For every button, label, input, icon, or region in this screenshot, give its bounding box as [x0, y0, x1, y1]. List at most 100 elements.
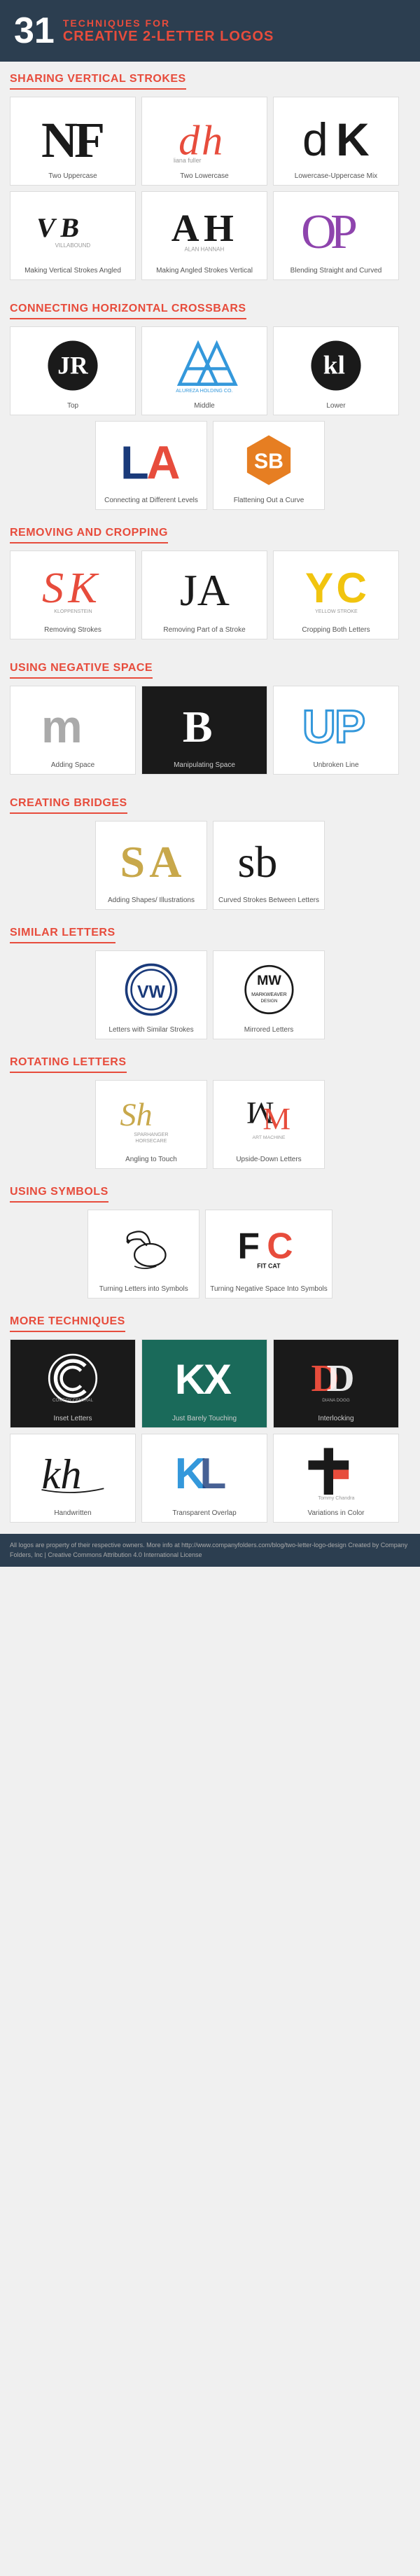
logo-svg-jr: JR — [45, 338, 101, 394]
svg-text:COMEDY CENTRAL: COMEDY CENTRAL — [52, 1398, 93, 1403]
logo-visual-jr: JR — [15, 334, 131, 397]
logo-cell-kl: kl Lower — [273, 326, 399, 415]
svg-text:FIT CAT: FIT CAT — [257, 1263, 281, 1270]
logo-svg-vw: VW — [123, 962, 179, 1018]
logo-label-nf: Two Uppercase — [48, 172, 97, 181]
header: 31 TECHNIQUES FOR CREATIVE 2-LETTER LOGO… — [0, 0, 420, 62]
logo-cell-vb: V B VILLABOUND Making Vertical Strokes A… — [10, 191, 136, 280]
section-sharing-vertical-strokes: Sharing Vertical Strokes N F Two Upperca… — [0, 62, 420, 291]
logo-label-am: Upside-Down Letters — [236, 1155, 301, 1164]
logo-svg-sb2: sb — [234, 832, 303, 888]
svg-text:A: A — [197, 565, 229, 615]
logo-label-kl: Lower — [326, 401, 345, 410]
logo-label-yc: Cropping Both Letters — [302, 625, 370, 635]
logo-visual-sa: S A — [100, 829, 202, 892]
logo-cell-op: O P Blending Straight and Curved — [273, 191, 399, 280]
logo-cell-sb2: sb Curved Strokes Between Letters — [213, 821, 325, 910]
svg-text:A: A — [149, 837, 181, 887]
logo-label-ah: Making Angled Strokes Vertical — [156, 266, 253, 275]
logo-visual-mw: MW MARKWEAVER DESIGN — [218, 958, 320, 1021]
logo-svg-op: O P — [301, 202, 371, 258]
logo-svg-m: m — [38, 697, 108, 753]
logo-label-fc: Turning Negative Space Into Symbols — [210, 1284, 328, 1294]
svg-text:KLOPPENSTEIN: KLOPPENSTEIN — [54, 609, 92, 614]
svg-text:kl: kl — [323, 352, 345, 380]
section-title-sharing: Sharing Vertical Strokes — [10, 73, 186, 90]
svg-text:d: d — [302, 113, 328, 164]
logo-visual-tc: Tommy Chandra — [278, 1441, 394, 1504]
logo-cell-vw: VW Letters with Similar Strokes — [95, 950, 207, 1039]
logo-visual-nf: N F — [15, 104, 131, 167]
logo-grid-rotating: Sh SPARHANGER HORSECARE Angling to Touch… — [10, 1080, 410, 1169]
logo-visual-la: L A — [100, 429, 202, 492]
logo-cell-ja: J A Removing Part of a Stroke — [141, 550, 267, 639]
svg-text:K: K — [174, 1355, 205, 1403]
logo-cell-jr: JR Top — [10, 326, 136, 415]
logo-label-up: Unbroken Line — [313, 761, 358, 770]
logo-cell-sa: S A Adding Shapes/ Illustrations — [95, 821, 207, 910]
logo-label-mw: Mirrored Letters — [244, 1025, 294, 1034]
logo-grid-2: V B VILLABOUND Making Vertical Strokes A… — [10, 191, 410, 280]
section-connecting: Connecting Horizontal Crossbars JR Top — [0, 291, 420, 515]
svg-text:P: P — [335, 700, 365, 752]
logo-label-vw: Letters with Similar Strokes — [108, 1025, 193, 1034]
logo-label-dh: Two Lowercase — [180, 172, 228, 181]
footer-text: All logos are property of their respecti… — [10, 1542, 407, 1558]
logo-svg-kl: kl — [308, 338, 364, 394]
svg-text:A: A — [146, 438, 180, 488]
logo-label-sh: Angling to Touch — [125, 1155, 177, 1164]
logo-cell-mw: MW MARKWEAVER DESIGN Mirrored Letters — [213, 950, 325, 1039]
logo-grid-similar: VW Letters with Similar Strokes MW MARKW… — [10, 950, 410, 1039]
svg-text:Y: Y — [305, 564, 333, 611]
logo-cell-m: m Adding Space — [10, 686, 136, 775]
logo-label-la: Connecting at Different Levels — [104, 496, 198, 505]
logo-svg-dk: d K — [301, 108, 371, 164]
logo-svg-swan — [113, 1221, 175, 1277]
svg-text:Sh: Sh — [120, 1097, 153, 1133]
svg-text:VILLABOUND: VILLABOUND — [55, 242, 91, 249]
logo-cell-nf: N F Two Uppercase — [10, 97, 136, 186]
logo-svg-sk: S K KLOPPENSTEIN — [42, 562, 104, 618]
svg-text:D: D — [327, 1357, 355, 1399]
logo-cell-ah: A H ALAN HANNAH Making Angled Strokes Ve… — [141, 191, 267, 280]
logo-label-dd: Interlocking — [318, 1414, 354, 1423]
svg-text:S: S — [42, 565, 64, 612]
svg-text:SB: SB — [254, 450, 284, 473]
logo-svg-fc: F C FIT CAT — [234, 1221, 303, 1277]
logo-svg-kx: K X — [174, 1350, 236, 1406]
logo-grid-more-2: kh Handwritten K L Transparent Overlap — [10, 1434, 410, 1523]
svg-text:Tommy Chandra: Tommy Chandra — [318, 1495, 354, 1501]
logo-visual-swan — [92, 1217, 195, 1280]
section-title-bridges: Creating Bridges — [10, 797, 127, 814]
logo-label-ah2: Middle — [194, 401, 214, 410]
logo-visual-sh: Sh SPARHANGER HORSECARE — [100, 1088, 202, 1151]
logo-label-swan: Turning Letters into Symbols — [99, 1284, 188, 1294]
svg-text:m: m — [41, 700, 83, 752]
svg-text:C: C — [336, 564, 367, 611]
logo-grid-connecting-2: L A Connecting at Different Levels SB Fl… — [10, 421, 410, 510]
svg-text:U: U — [302, 700, 336, 752]
logo-svg-tc: Tommy Chandra — [305, 1445, 368, 1501]
svg-text:S: S — [120, 837, 146, 887]
logo-label-op: Blending Straight and Curved — [290, 266, 382, 275]
header-number: 31 — [14, 13, 55, 49]
svg-text:ALAN HANNAH: ALAN HANNAH — [185, 246, 225, 252]
logo-visual-ah: A H ALAN HANNAH — [146, 199, 262, 262]
logo-label-b: Manipulating Space — [174, 761, 235, 770]
logo-visual-sk: S K KLOPPENSTEIN — [15, 558, 131, 621]
section-negative-space: Using Negative Space m Adding Space B Ma — [0, 651, 420, 786]
logo-visual-kl: kl — [278, 334, 394, 397]
logo-cell-am: M M ART MACHINE Upside-Down Letters — [213, 1080, 325, 1169]
logo-label-sk: Removing Strokes — [44, 625, 102, 635]
svg-text:MARKWEAVER: MARKWEAVER — [251, 992, 287, 997]
logo-label-tc: Variations in Color — [308, 1509, 365, 1518]
logo-label-vb: Making Vertical Strokes Angled — [24, 266, 121, 275]
section-similar: Similar Letters VW Letters with Similar … — [0, 915, 420, 1045]
svg-text:X: X — [203, 1355, 231, 1403]
logo-visual-dd: D D DIANA DOGG — [278, 1347, 394, 1410]
logo-visual-up: U P — [278, 693, 394, 756]
svg-text:F: F — [238, 1225, 260, 1266]
logo-label-sa: Adding Shapes/ Illustrations — [108, 896, 195, 905]
logo-label-jr: Top — [67, 401, 78, 410]
logo-svg-sb: SB — [241, 432, 297, 488]
